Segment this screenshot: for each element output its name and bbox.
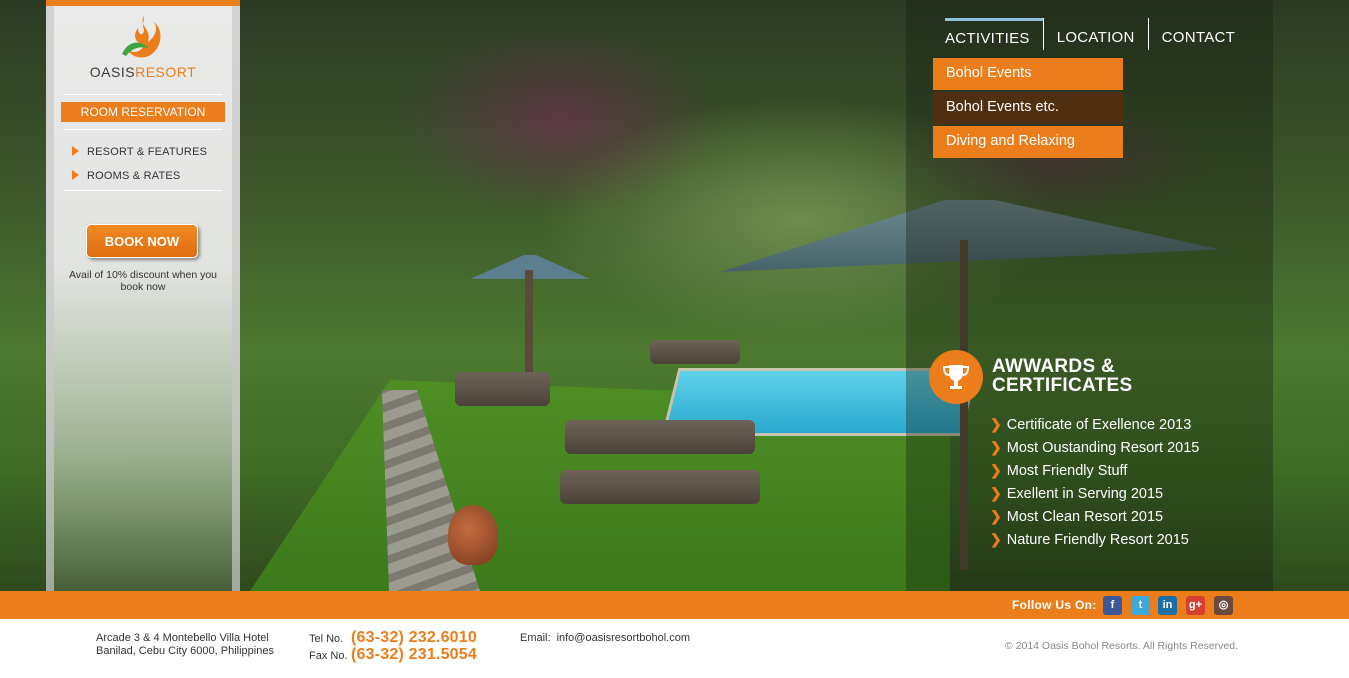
email-label: Email: <box>520 632 551 644</box>
divider <box>64 190 222 191</box>
follow-label: Follow Us On: <box>1012 598 1097 612</box>
lounger-shape <box>650 340 740 364</box>
top-nav: ACTIVITIES LOCATION CONTACT <box>945 18 1248 50</box>
divider <box>64 94 222 95</box>
chevron-right-icon: ❯ <box>990 439 1002 455</box>
facebook-icon[interactable]: f <box>1103 596 1122 615</box>
footer-email: Email: info@oasisresortbohol.com <box>520 632 690 644</box>
fax-label: Fax No. <box>309 650 348 662</box>
triangle-right-icon <box>72 170 79 180</box>
twitter-icon[interactable]: t <box>1131 596 1150 615</box>
award-item: ❯ Most Friendly Stuff <box>990 462 1128 479</box>
awards-list: ❯ Certificate of Exellence 2013 ❯ Most Ous… <box>990 414 1199 552</box>
fax-row: Fax No. (63-32) 231.5054 <box>309 646 477 663</box>
tel-number[interactable]: (63-32) 232.6010 <box>351 629 477 646</box>
triangle-right-icon <box>72 146 79 156</box>
email-link[interactable]: info@oasisresortbohol.com <box>557 632 690 644</box>
googleplus-icon[interactable]: g+ <box>1186 596 1205 615</box>
activities-dropdown: Bohol Events Bohol Events etc. Diving an… <box>933 58 1123 160</box>
address-line: Banilad, Cebu City 6000, Philippines <box>96 645 274 657</box>
logo[interactable]: OASISRESORT <box>54 14 232 80</box>
footer: Arcade 3 & 4 Montebello Villa Hotel Bani… <box>0 619 1349 678</box>
room-reservation-button[interactable]: ROOM RESERVATION <box>61 102 225 122</box>
chevron-right-icon: ❯ <box>990 531 1002 547</box>
follow-bar: Follow Us On: f t in g+ ◎ <box>0 591 1349 619</box>
lounger-shape <box>560 470 760 504</box>
nav-activities[interactable]: ACTIVITIES <box>945 18 1043 50</box>
discount-text: Avail of 10% discount when you book now <box>68 269 218 293</box>
fax-number: (63-32) 231.5054 <box>351 646 477 663</box>
left-sidebar: OASISRESORT ROOM RESERVATION RESORT & FE… <box>46 0 240 591</box>
address-line: Arcade 3 & 4 Montebello Villa Hotel <box>96 632 269 644</box>
logo-text: OASISRESORT <box>89 64 197 80</box>
chevron-right-icon: ❯ <box>990 462 1002 478</box>
instagram-icon[interactable]: ◎ <box>1214 596 1233 615</box>
chevron-right-icon: ❯ <box>990 485 1002 501</box>
nav-location[interactable]: LOCATION <box>1042 18 1148 50</box>
awards-title-line1: AWWARDS & <box>992 356 1116 377</box>
sidebar-top-accent <box>46 0 240 6</box>
sidebar-item-resort-features[interactable]: RESORT & FEATURES <box>72 146 207 158</box>
flame-leaf-icon <box>122 16 161 58</box>
sidebar-item-label: ROOMS & RATES <box>87 170 181 182</box>
sidebar-item-label: RESORT & FEATURES <box>87 146 208 158</box>
dropdown-item-bohol-events-etc[interactable]: Bohol Events etc. <box>933 92 1123 124</box>
tel-label: Tel No. <box>309 633 344 645</box>
lounger-shape <box>455 372 550 406</box>
trophy-icon <box>942 365 970 389</box>
awards-title-line2: CERTIFICATES <box>992 375 1133 396</box>
award-item: ❯ Exellent in Serving 2015 <box>990 485 1164 502</box>
footer-address: Arcade 3 & 4 Montebello Villa Hotel Bani… <box>96 632 274 658</box>
award-item: ❯ Most Clean Resort 2015 <box>990 508 1164 525</box>
tel-row: Tel No. (63-32) 232.6010 <box>309 629 477 646</box>
footer-phones: Tel No. (63-32) 232.6010 Fax No. (63-32) 2… <box>309 629 477 663</box>
book-now-button[interactable]: BOOK NOW <box>86 224 198 258</box>
award-item: ❯ Most Oustanding Resort 2015 <box>990 439 1200 456</box>
chevron-right-icon: ❯ <box>990 416 1002 432</box>
chevron-right-icon: ❯ <box>990 508 1002 524</box>
linkedin-icon[interactable]: in <box>1158 596 1177 615</box>
copyright-text: © 2014 Oasis Bohol Resorts. All Rights R… <box>1005 640 1239 652</box>
sidebar-item-rooms-rates[interactable]: ROOMS & RATES <box>72 170 180 182</box>
award-item: ❯ Nature Friendly Resort 2015 <box>990 531 1189 548</box>
dropdown-item-diving-relaxing[interactable]: Diving and Relaxing <box>933 126 1123 158</box>
award-item: ❯ Certificate of Exellence 2013 <box>990 416 1192 433</box>
awards-title: AWWARDS & CERTIFICATES <box>992 357 1132 395</box>
nav-contact[interactable]: CONTACT <box>1147 18 1248 50</box>
divider <box>64 129 222 130</box>
clay-pot-shape <box>448 505 498 565</box>
lounger-shape <box>565 420 755 454</box>
award-badge <box>929 350 983 404</box>
dropdown-item-bohol-events[interactable]: Bohol Events <box>933 58 1123 90</box>
